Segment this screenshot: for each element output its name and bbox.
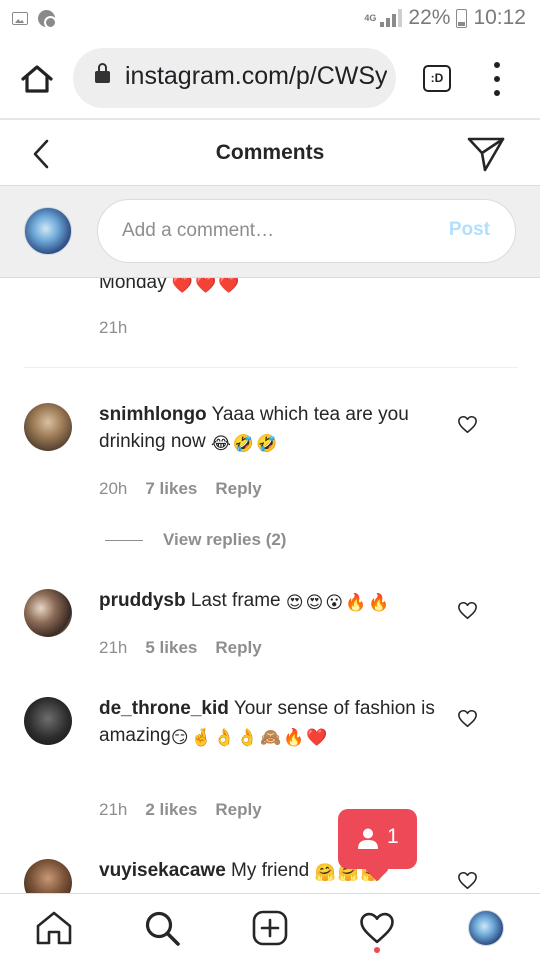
comment-emojis: 😍😍😮🔥🔥 bbox=[285, 593, 392, 612]
comment-time: 20h bbox=[99, 479, 128, 498]
comment-username[interactable]: pruddysb bbox=[99, 590, 186, 611]
post-button[interactable]: Post bbox=[449, 219, 490, 241]
reply-button[interactable]: Reply bbox=[215, 800, 261, 820]
comment-meta: 20h 7 likes Reply bbox=[99, 479, 262, 499]
clock: 10:12 bbox=[473, 6, 526, 29]
comment-emojis: ❤️❤️❤️ bbox=[171, 278, 242, 294]
profile-avatar bbox=[468, 910, 504, 946]
status-left bbox=[12, 10, 57, 29]
heart-outline-icon[interactable] bbox=[457, 709, 478, 728]
avatar[interactable] bbox=[24, 697, 72, 745]
likes-count[interactable]: 5 likes bbox=[145, 638, 197, 658]
activity-notification-badge[interactable]: 1 bbox=[338, 809, 417, 869]
home-icon[interactable] bbox=[34, 908, 74, 948]
sync-notification-icon bbox=[38, 10, 57, 29]
comment-meta: 21h 2 likes Reply bbox=[99, 800, 262, 820]
status-bar: 4G 22% 10:12 bbox=[0, 0, 540, 38]
view-replies-button[interactable]: View replies (2) bbox=[105, 530, 286, 550]
bottom-nav bbox=[0, 893, 540, 960]
comment-meta: 21h 5 likes Reply bbox=[99, 638, 262, 658]
search-icon[interactable] bbox=[142, 908, 182, 948]
battery-percent: 22% bbox=[408, 6, 451, 29]
likes-count[interactable]: 7 likes bbox=[145, 479, 197, 499]
heart-outline-icon[interactable] bbox=[457, 415, 478, 434]
comment-emojis: 😏🤞👌👌🙈🔥❤️ bbox=[170, 728, 330, 747]
url-bar[interactable]: instagram.com/p/CWSy bbox=[73, 48, 396, 108]
comment-input[interactable]: Add a comment… Post bbox=[97, 199, 516, 263]
reply-button[interactable]: Reply bbox=[215, 638, 261, 658]
comment-time: 21h bbox=[99, 800, 128, 819]
heart-outline-icon[interactable] bbox=[457, 601, 478, 620]
url-text[interactable]: instagram.com/p/CWSy bbox=[125, 62, 387, 91]
comment-username[interactable]: vuyisekacawe bbox=[99, 860, 226, 881]
comment-text: Monday ❤️❤️❤️ bbox=[99, 278, 242, 294]
comment-time: 21h bbox=[99, 638, 128, 657]
heart-outline-icon[interactable] bbox=[457, 871, 478, 890]
browser-toolbar: instagram.com/p/CWSy :D bbox=[0, 38, 540, 120]
comment-text: snimhlongo Yaaa which tea are you drinki… bbox=[99, 404, 409, 453]
current-user-avatar bbox=[24, 207, 72, 255]
comment-text: de_throne_kid Your sense of fashion is a… bbox=[99, 698, 435, 747]
comment-username[interactable]: de_throne_kid bbox=[99, 698, 229, 719]
network-type: 4G bbox=[364, 12, 377, 23]
view-replies-label[interactable]: View replies (2) bbox=[163, 530, 286, 550]
comment-emojis: 😂🤣🤣 bbox=[210, 434, 280, 453]
comment-time: 21h bbox=[99, 318, 128, 337]
tabs-icon[interactable]: :D bbox=[423, 65, 451, 92]
avatar[interactable] bbox=[24, 403, 72, 451]
home-icon[interactable] bbox=[20, 64, 54, 94]
page-title: Comments bbox=[215, 141, 325, 164]
profile-tab[interactable] bbox=[466, 908, 506, 948]
avatar[interactable] bbox=[24, 589, 72, 637]
avatar[interactable] bbox=[24, 859, 72, 893]
likes-count[interactable]: 2 likes bbox=[145, 800, 197, 820]
comment-text: pruddysb Last frame 😍😍😮🔥🔥 bbox=[99, 590, 392, 612]
new-post-icon[interactable] bbox=[250, 908, 290, 948]
notification-count: 1 bbox=[387, 825, 399, 848]
comment-username[interactable]: snimhlongo bbox=[99, 404, 207, 425]
comment-placeholder: Add a comment… bbox=[122, 220, 275, 241]
divider bbox=[24, 367, 518, 368]
comment-list[interactable]: Monday ❤️❤️❤️ 21h snimhlongo Yaaa which … bbox=[0, 278, 540, 893]
direct-send-icon[interactable] bbox=[466, 135, 506, 173]
lock-icon bbox=[95, 63, 110, 83]
more-vert-icon[interactable] bbox=[488, 62, 506, 96]
activity-heart-icon[interactable] bbox=[357, 908, 397, 948]
gallery-notification-icon bbox=[12, 12, 28, 25]
user-icon bbox=[357, 827, 379, 849]
reply-button[interactable]: Reply bbox=[215, 479, 261, 499]
add-comment-bar: Add a comment… Post bbox=[0, 186, 540, 278]
status-right: 4G 22% 10:12 bbox=[364, 6, 526, 30]
battery-icon bbox=[456, 8, 468, 28]
view-replies-line bbox=[105, 539, 143, 541]
comments-header: Comments bbox=[0, 122, 540, 186]
activity-dot bbox=[374, 947, 380, 953]
signal-icon bbox=[380, 9, 403, 27]
comment-meta: 21h bbox=[99, 318, 127, 338]
